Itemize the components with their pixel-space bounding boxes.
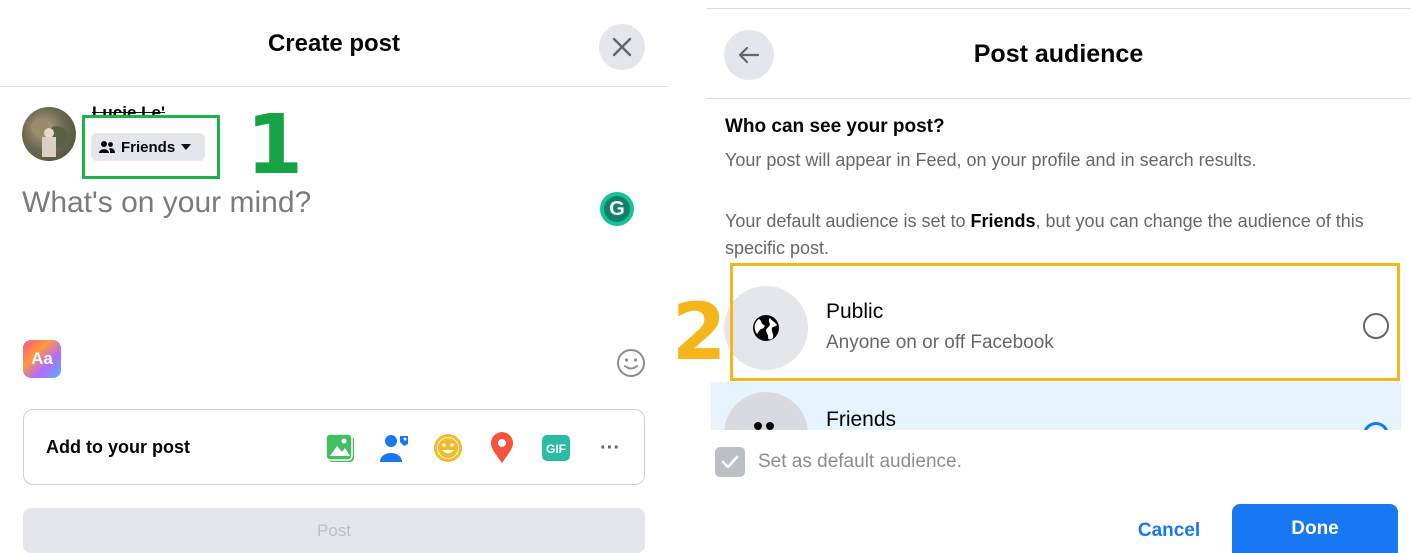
audience-option-friends[interactable]: Friends <box>711 382 1401 430</box>
header-divider <box>706 98 1411 99</box>
friends-option-title: Friends <box>826 408 897 430</box>
post-button[interactable]: Post <box>23 508 645 553</box>
add-to-post-label: Add to your post <box>46 437 190 457</box>
add-to-post-card: Add to your post GIF ··· <box>23 409 645 485</box>
avatar[interactable] <box>22 107 76 161</box>
grammarly-icon: G <box>604 196 630 222</box>
close-icon <box>612 37 632 57</box>
feeling-icon <box>434 434 462 462</box>
top-divider <box>706 8 1411 9</box>
default-text-prefix: Your default audience is set to <box>725 211 971 231</box>
emoji-button[interactable] <box>616 348 646 378</box>
annotation-highlight-box <box>82 115 220 179</box>
default-audience-text: Your default audience is set to Friends,… <box>725 208 1365 262</box>
annotation-highlight-box <box>730 263 1400 381</box>
more-options-button[interactable]: ··· <box>592 430 628 466</box>
create-post-dialog: Create post Lucie Le' Friends 1 What's o… <box>0 0 668 553</box>
default-audience-value: Friends <box>970 211 1036 231</box>
check-in-icon <box>491 432 513 463</box>
tag-people-button[interactable] <box>376 430 412 466</box>
cancel-button[interactable]: Cancel <box>1114 509 1224 553</box>
audience-heading: Who can see your post? <box>725 116 945 137</box>
dialog-title: Post audience <box>973 40 1144 68</box>
post-composer-input[interactable]: What's on your mind? <box>22 186 311 220</box>
gif-button[interactable]: GIF <box>538 430 574 466</box>
done-button[interactable]: Done <box>1232 504 1398 553</box>
tag-people-icon <box>380 435 408 462</box>
grammarly-letter: G <box>609 197 625 220</box>
post-audience-dialog: Post audience Who can see your post? You… <box>672 0 1411 553</box>
gif-icon: GIF <box>542 435 570 461</box>
text-background-button[interactable]: Aa <box>23 340 61 378</box>
more-icon: ··· <box>600 436 620 459</box>
friends-icon <box>754 422 774 430</box>
audience-subtext: Your post will appear in Feed, on your p… <box>725 150 1257 170</box>
text-style-label: Aa <box>31 349 53 368</box>
svg-text:GIF: GIF <box>546 442 566 456</box>
annotation-number: 2 <box>672 288 727 378</box>
photo-video-button[interactable] <box>322 430 358 466</box>
set-default-checkbox[interactable] <box>715 447 745 477</box>
grammarly-button[interactable]: G <box>600 192 634 226</box>
header-divider <box>0 86 668 87</box>
close-button[interactable] <box>599 24 645 70</box>
friends-radio[interactable] <box>1363 422 1389 430</box>
checkmark-icon <box>721 455 739 469</box>
avatar-photo-icon <box>31 118 68 157</box>
feeling-button[interactable] <box>430 430 466 466</box>
dialog-title: Create post <box>267 30 401 57</box>
friends-option-icon <box>724 392 808 430</box>
photo-video-icon <box>325 433 354 462</box>
set-default-label: Set as default audience. <box>758 451 962 472</box>
check-in-button[interactable] <box>484 430 520 466</box>
smiley-icon <box>617 349 645 377</box>
annotation-number: 1 <box>246 98 304 193</box>
